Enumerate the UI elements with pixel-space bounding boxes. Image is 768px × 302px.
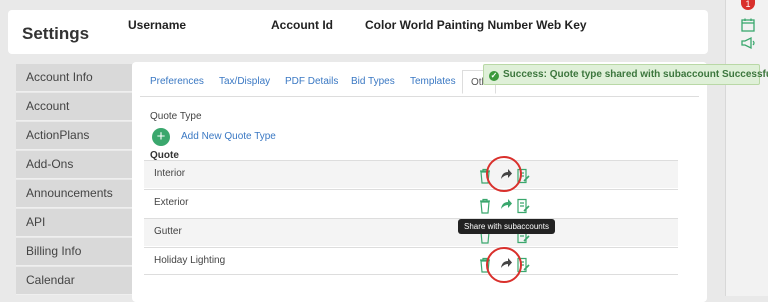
table-row: Interior [144,160,678,188]
table-row: Holiday Lighting [144,247,678,275]
page-title: Settings [22,24,90,43]
tab-bid-types[interactable]: Bid Types [351,76,395,87]
tab-templates[interactable]: Templates [410,76,456,87]
sidebar-item-billing-info[interactable]: Billing Info [16,238,132,266]
quote-name: Gutter [154,226,182,237]
sidebar-item-actionplans[interactable]: ActionPlans [16,122,132,150]
check-circle-icon: ✓ [489,71,499,81]
sidebar-item-add-ons[interactable]: Add-Ons [16,151,132,179]
header-account-id: Account Id [271,18,333,32]
calendar-icon[interactable] [740,17,756,33]
header-bar: Settings Username Account Id Color World… [8,10,708,54]
header-web-key: Color World Painting Number Web Key [365,18,587,32]
add-quote-type-button[interactable]: + [152,128,170,146]
quote-name: Holiday Lighting [154,255,226,266]
sidebar-item-account-info[interactable]: Account Info [16,64,132,92]
highlight-circle [486,156,522,192]
table-row: Gutter [144,218,678,246]
edit-icon[interactable] [516,198,530,214]
share-icon[interactable] [499,196,513,212]
table-row: Exterior [144,189,678,217]
quote-type-label: Quote Type [150,111,202,122]
share-tooltip: Share with subaccounts [458,219,555,234]
quote-name: Exterior [154,197,189,208]
plus-icon: + [156,128,166,145]
sidebar-item-account[interactable]: Account [16,93,132,121]
quote-name: Interior [154,168,186,179]
header-username: Username [128,18,187,32]
add-new-quote-type-link[interactable]: Add New Quote Type [181,131,276,142]
tab-pdf-details[interactable]: PDF Details [285,76,338,87]
toast-message: Success: Quote type shared with subaccou… [503,69,768,80]
success-toast: ✓ Success: Quote type shared with subacco… [483,64,768,85]
tab-preferences[interactable]: Preferences [150,76,204,87]
tab-tax-display[interactable]: Tax/Display [219,76,270,87]
sidebar-item-api[interactable]: API [16,209,132,237]
trash-icon[interactable] [478,198,492,214]
sidebar-item-announcements[interactable]: Announcements [16,180,132,208]
sidebar-item-calendar[interactable]: Calendar [16,267,132,295]
megaphone-icon[interactable] [740,35,756,51]
settings-sidebar: Account Info Account ActionPlans Add-Ons… [16,64,132,296]
highlight-circle [486,247,522,283]
